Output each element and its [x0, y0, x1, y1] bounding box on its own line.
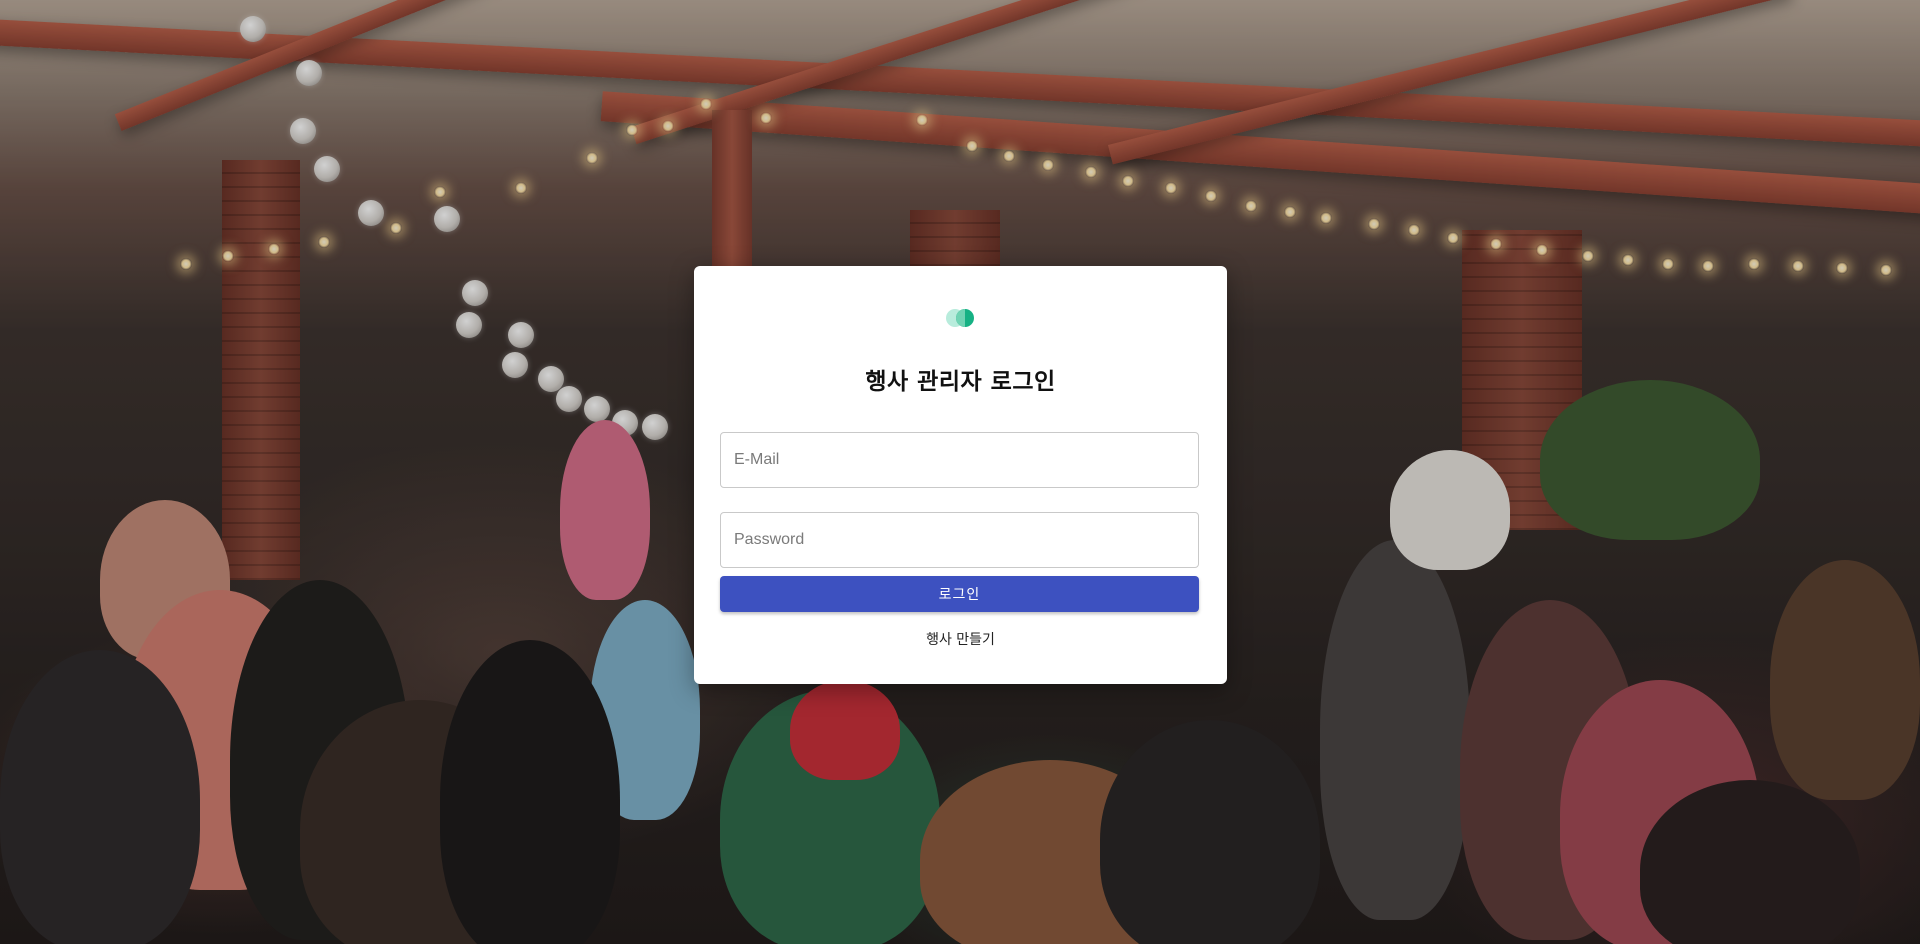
logo-icon: [946, 308, 978, 328]
login-card: 행사 관리자 로그인 로그인 행사 만들기: [694, 266, 1227, 684]
email-input[interactable]: [720, 432, 1199, 488]
page-title: 행사 관리자 로그인: [865, 369, 1056, 395]
password-input[interactable]: [720, 512, 1199, 568]
login-button[interactable]: 로그인: [720, 576, 1199, 612]
logo-circle-right: [956, 309, 974, 327]
create-event-link[interactable]: 행사 만들기: [694, 629, 1227, 649]
